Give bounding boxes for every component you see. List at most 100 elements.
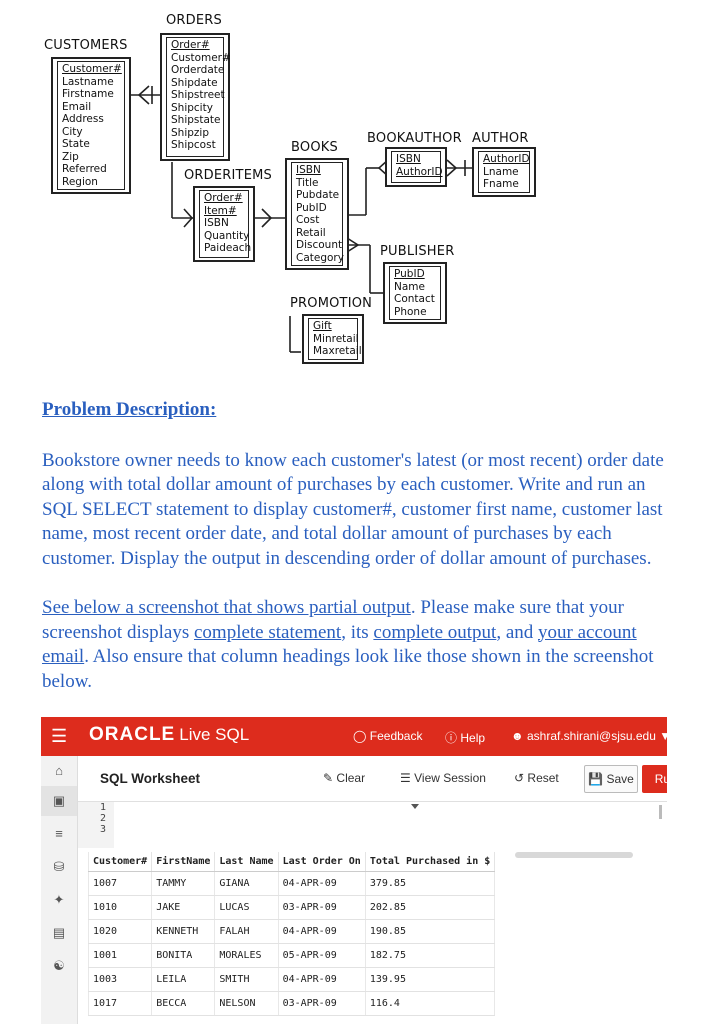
- run-button[interactable]: Run ▶: [642, 765, 667, 793]
- entity-field: Firstname: [62, 88, 114, 100]
- entity-field: Address: [62, 113, 104, 125]
- list-icon[interactable]: ≡: [41, 819, 77, 849]
- help-link[interactable]: ⓘ Help: [445, 729, 485, 746]
- clear-button[interactable]: ✎ Clear: [323, 771, 365, 785]
- eraser-icon: ✎: [323, 771, 334, 785]
- document-icon[interactable]: ▤: [41, 918, 77, 948]
- instructions-text: , its: [341, 621, 374, 643]
- entity-field: Shipcity: [171, 101, 213, 114]
- entity-field: Fname: [483, 178, 519, 190]
- list-icon: ☰: [400, 771, 411, 785]
- wand-icon[interactable]: ✦: [41, 885, 77, 915]
- save-icon: 💾: [588, 772, 604, 786]
- entity-field: Shipstate: [171, 114, 221, 126]
- column-header: FirstName: [151, 852, 216, 872]
- entity-field: Shipdate: [171, 76, 218, 89]
- cell-total: 116.4: [365, 991, 496, 1016]
- cell-last-order: 03-APR-09: [278, 895, 366, 920]
- feedback-link[interactable]: ◯ Feedback: [353, 729, 422, 743]
- cell-last-order: 03-APR-09: [278, 991, 366, 1016]
- table-row: 1007 TAMMY GIANA 04-APR-09 379.85: [87, 871, 496, 896]
- instructions-text: , and: [496, 621, 539, 643]
- entity-field: Maxretail: [313, 345, 362, 357]
- cell-total: 139.95: [365, 967, 496, 992]
- entity-field: Discount: [296, 239, 343, 251]
- cell-last-name: LUCAS: [214, 895, 279, 920]
- entity-field: AuthorID: [483, 153, 530, 165]
- entity-field: Zip: [62, 150, 79, 163]
- entity-field: PubID: [394, 268, 425, 280]
- cell-customer-id: 1020: [87, 919, 153, 944]
- database-icon[interactable]: ⛁: [41, 852, 77, 882]
- entity-field: ISBN: [296, 164, 321, 176]
- save-button[interactable]: 💾 Save: [584, 765, 638, 793]
- entity-field: AuthorID: [396, 165, 443, 178]
- home-icon[interactable]: ⌂: [41, 756, 77, 786]
- entity-field: Shipzip: [171, 126, 209, 139]
- table-row: 1020 KENNETH FALAH 04-APR-09 190.85: [87, 919, 496, 944]
- line-number-gutter: 1 2 3: [78, 802, 114, 848]
- entity-field: Customer#: [171, 51, 231, 64]
- entity-title-publisher: PUBLISHER: [380, 244, 455, 259]
- cell-customer-id: 1007: [87, 871, 153, 896]
- reset-button[interactable]: ↺ Reset: [514, 771, 559, 785]
- cell-last-name: FALAH: [214, 919, 279, 944]
- menu-icon[interactable]: ☰: [51, 726, 69, 746]
- partial-output-link[interactable]: See below a screenshot that shows partia…: [42, 597, 411, 618]
- column-header: Total Purchased in $: [365, 852, 496, 872]
- cell-customer-id: 1017: [87, 991, 153, 1016]
- caret-down-icon: ▼: [659, 729, 667, 743]
- worksheet-toolbar: SQL Worksheet ✎ Clear ☰ View Session ↺ R…: [78, 756, 667, 802]
- entity-field: PubID: [296, 201, 327, 214]
- oracle-logo[interactable]: ORACLE Live SQL: [89, 724, 249, 746]
- cell-last-order: 04-APR-09: [278, 919, 366, 944]
- entity-title-bookauthor: BOOKAUTHOR: [367, 131, 462, 146]
- split-handle-icon[interactable]: [411, 804, 419, 809]
- entity-field: Phone: [394, 305, 427, 318]
- entity-field: Lastname: [62, 75, 114, 88]
- problem-description: Problem Description: Bookstore owner nee…: [42, 398, 672, 719]
- help-label: Help: [460, 731, 486, 745]
- editor-scrollbar[interactable]: [659, 805, 662, 819]
- line-number: 2: [99, 813, 106, 824]
- cell-total: 190.85: [365, 919, 496, 944]
- cell-last-name: NELSON: [214, 991, 279, 1016]
- complete-statement-link[interactable]: complete statement: [194, 622, 341, 643]
- users-icon[interactable]: ☯: [41, 951, 77, 981]
- user-icon: ☻: [511, 729, 524, 743]
- reset-icon: ↺: [514, 771, 525, 785]
- entity-field: Contact: [394, 293, 435, 305]
- monitor-icon[interactable]: ▣: [41, 786, 77, 816]
- entity-field: Item#: [204, 204, 237, 217]
- complete-output-link[interactable]: complete output: [373, 622, 496, 643]
- cell-first-name: LEILA: [151, 967, 216, 992]
- sql-editor[interactable]: 1 2 3: [78, 802, 667, 848]
- column-header: Customer#: [87, 852, 153, 872]
- entity-field: Referred: [62, 163, 107, 175]
- entity-field: Lname: [483, 165, 519, 178]
- entity-field: Gift: [313, 320, 332, 332]
- clear-label: Clear: [336, 771, 366, 785]
- worksheet-title: SQL Worksheet: [100, 771, 201, 786]
- entity-promotion: Gift Minretail Maxretail: [302, 314, 364, 364]
- entity-field: Name: [394, 280, 425, 293]
- entity-orderitems: Order# Item# ISBN Quantity Paideach: [193, 186, 255, 262]
- column-header: Last Name: [214, 852, 279, 872]
- entity-title-customers: CUSTOMERS: [44, 38, 128, 53]
- brand-subtitle: Live SQL: [179, 725, 250, 744]
- user-email: ashraf.shirani@sjsu.edu: [526, 729, 656, 743]
- entity-bookauthor: ISBN AuthorID: [385, 147, 447, 187]
- view-session-button[interactable]: ☰ View Session: [400, 771, 486, 785]
- entity-field: Pubdate: [296, 189, 340, 201]
- cell-total: 182.75: [365, 943, 496, 968]
- entity-customers: Customer# Lastname Firstname Email Address Ci…: [51, 57, 131, 194]
- entity-field: Retail: [296, 226, 326, 239]
- entity-field: Paideach: [204, 242, 252, 254]
- user-menu[interactable]: ☻ ashraf.shirani@sjsu.edu ▼: [511, 729, 667, 743]
- cell-last-name: SMITH: [214, 967, 279, 992]
- cell-last-name: MORALES: [214, 943, 279, 968]
- entity-field: Customer#: [62, 63, 122, 75]
- results-scrollbar[interactable]: [515, 852, 633, 858]
- entity-field: ISBN: [204, 217, 229, 229]
- cell-total: 202.85: [365, 895, 496, 920]
